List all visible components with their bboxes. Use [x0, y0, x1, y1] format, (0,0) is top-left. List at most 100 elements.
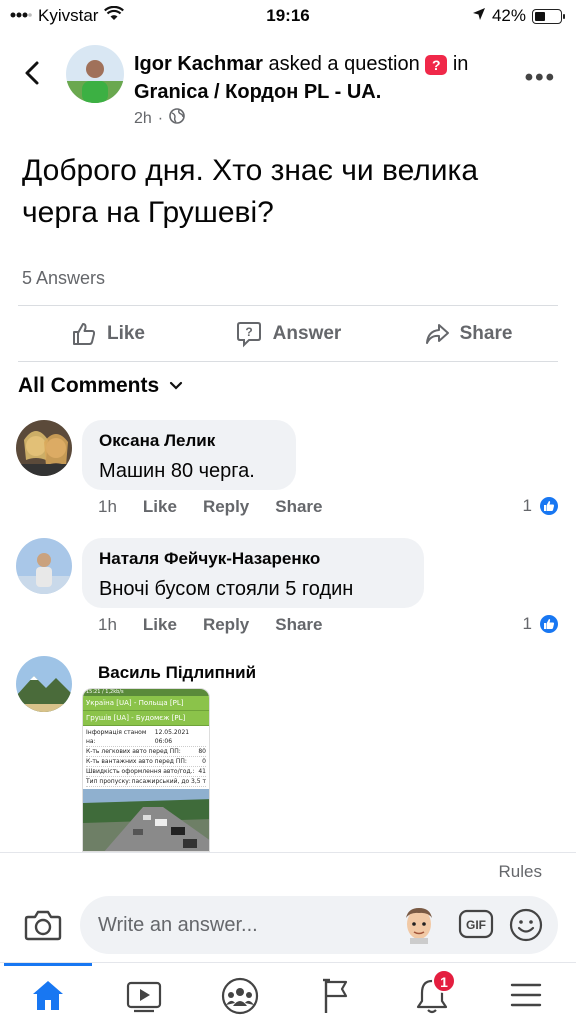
question-icon: ?	[425, 54, 448, 75]
attachment-status-line: 15:21 / 1,2kb/s	[83, 689, 209, 696]
divider	[18, 361, 558, 362]
divider	[18, 305, 558, 306]
comments-filter-label: All Comments	[18, 374, 160, 397]
more-options-button[interactable]: •••	[525, 64, 556, 92]
comment-share-button[interactable]: Share	[275, 615, 322, 635]
groups-icon	[221, 977, 259, 1015]
comment-time: 1h	[98, 615, 117, 634]
comments-filter-button[interactable]: All Comments	[18, 374, 183, 398]
tab-watch[interactable]	[124, 977, 164, 1013]
group-name[interactable]: Granica / Кордон PL - UA.	[134, 81, 381, 103]
attachment-info: Інформація станом на: 12.05.2021 06:06 К-…	[83, 726, 209, 789]
tab-menu[interactable]	[508, 977, 548, 1013]
battery-fill	[535, 11, 545, 21]
info-label: К-ть легкових авто перед ПП:	[86, 748, 181, 755]
thumbs-up-icon	[72, 323, 96, 345]
avatar-sticker-icon	[406, 908, 432, 944]
info-label: Швидкість оформлення авто/год.:	[86, 768, 195, 775]
info-value: 12.05.2021 06:06	[154, 729, 190, 745]
commenter-avatar[interactable]	[16, 538, 72, 594]
post-time: 2h	[134, 109, 152, 127]
gif-icon: GIF	[458, 909, 494, 939]
tab-pages[interactable]	[318, 977, 358, 1013]
reaction-count: 1	[522, 614, 532, 633]
post-header: Igor Kachmar asked a question ? in Grani…	[0, 40, 576, 135]
header-action: asked a question	[268, 53, 420, 75]
like-button[interactable]: Like	[18, 308, 198, 360]
like-label: Like	[106, 323, 146, 344]
info-label: К-ть вантажних авто перед ПП:	[86, 758, 187, 765]
comment-reply-button[interactable]: Reply	[203, 615, 249, 635]
header-preposition: in	[452, 53, 469, 75]
attachment-row: Грушів [UA] - Будомєж [PL]	[83, 711, 209, 726]
share-button[interactable]: Share	[378, 308, 558, 360]
gif-label: GIF	[466, 918, 486, 932]
like-reaction-icon	[538, 495, 560, 517]
commenter-name[interactable]: Василь Підлипний	[98, 662, 256, 684]
comment-bubble: Оксана Лелик Машин 80 черга.	[82, 420, 296, 490]
info-value: пасажирський, до 3,5 т	[131, 778, 206, 785]
info-line: К-ть вантажних авто перед ПП: 0	[86, 757, 206, 767]
answer-input[interactable]	[98, 910, 378, 940]
info-label: Тип пропуску:	[86, 778, 131, 785]
comment-text: Вночі бусом стояли 5 годин	[99, 578, 354, 600]
chevron-down-icon	[170, 381, 183, 390]
post-actions: Like ? Answer Share	[18, 308, 558, 360]
comment-reactions[interactable]: 1	[523, 495, 560, 517]
comment-reactions[interactable]: 1	[523, 613, 560, 635]
svg-text:?: ?	[245, 325, 252, 339]
info-value: 0	[202, 758, 206, 765]
camera-button[interactable]	[24, 908, 62, 947]
status-right: 42%	[472, 6, 565, 26]
question-bubble-icon: ?	[236, 322, 261, 348]
comment-actions: 1h Like Reply Share	[98, 497, 323, 517]
tab-home[interactable]	[29, 977, 69, 1013]
comment-attachment-image[interactable]: 15:21 / 1,2kb/s Україна [UA] - Польща [P…	[82, 688, 210, 852]
info-line: Інформація станом на: 12.05.2021 06:06	[86, 728, 206, 747]
author-name[interactable]: Igor Kachmar	[134, 53, 263, 75]
comment-time: 1h	[98, 497, 117, 516]
active-tab-indicator	[4, 963, 92, 966]
comment-text: Машин 80 черга.	[99, 460, 255, 482]
divider	[0, 852, 576, 853]
camera-icon	[24, 910, 62, 941]
video-icon	[126, 981, 162, 1013]
comment-actions: 1h Like Reply Share	[98, 615, 323, 635]
comment-bubble: Наталя Фейчук-Назаренко Вночі бусом стоя…	[82, 538, 424, 608]
emoji-button[interactable]	[508, 907, 544, 948]
like-reaction-icon	[538, 613, 560, 635]
info-line: Тип пропуску: пасажирський, до 3,5 т	[86, 777, 206, 787]
commenter-avatar[interactable]	[16, 420, 72, 476]
status-bar: Kyivstar 19:16 42%	[0, 0, 576, 32]
commenter-name[interactable]: Оксана Лелик	[99, 430, 279, 452]
globe-icon	[169, 108, 185, 129]
answer-button[interactable]: ? Answer	[198, 308, 378, 360]
hamburger-menu-icon	[510, 983, 542, 1007]
notification-badge: 1	[432, 969, 456, 993]
tab-notifications[interactable]: 1	[414, 969, 456, 1014]
info-line: К-ть легкових авто перед ПП: 80	[86, 747, 206, 757]
chevron-left-icon	[25, 61, 39, 85]
comment-like-button[interactable]: Like	[143, 615, 177, 635]
commenter-avatar[interactable]	[16, 656, 72, 712]
author-avatar[interactable]	[66, 45, 124, 103]
comment-like-button[interactable]: Like	[143, 497, 177, 517]
smiley-icon	[509, 908, 543, 942]
meta-separator: ·	[157, 109, 164, 127]
rules-link[interactable]: Rules	[499, 862, 542, 882]
back-button[interactable]	[18, 58, 48, 88]
post-body: Доброго дня. Хто знає чи велика черга на…	[22, 154, 479, 229]
battery-icon	[532, 8, 565, 24]
location-arrow-icon	[472, 6, 486, 26]
answers-count[interactable]: 5 Answers	[22, 268, 105, 289]
home-icon	[33, 981, 63, 1010]
tab-groups[interactable]	[220, 977, 260, 1015]
info-label: Інформація станом на:	[86, 729, 147, 745]
answer-input-wrapper: GIF	[80, 896, 558, 954]
info-value: 80	[198, 748, 206, 755]
gif-button[interactable]: GIF	[458, 908, 494, 945]
avatar-sticker-button[interactable]	[400, 904, 438, 949]
comment-reply-button[interactable]: Reply	[203, 497, 249, 517]
commenter-name[interactable]: Наталя Фейчук-Назаренко	[99, 548, 407, 570]
comment-share-button[interactable]: Share	[275, 497, 322, 517]
